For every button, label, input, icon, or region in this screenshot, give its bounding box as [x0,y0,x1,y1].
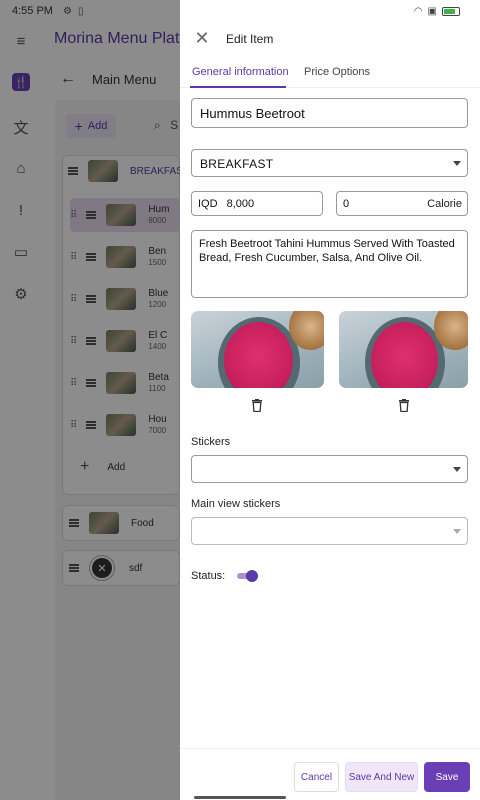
tab-price-options[interactable]: Price Options [304,66,370,78]
calorie-unit: Calorie [427,198,462,210]
home-indicator[interactable] [194,796,286,799]
save-button[interactable]: Save [424,762,470,792]
price-input[interactable]: IQD 8,000 [191,191,323,216]
cancel-button[interactable]: Cancel [294,762,339,792]
system-status-icons: ◠ ▣ [414,6,460,17]
battery-icon [442,7,460,16]
main-view-stickers-select[interactable] [191,517,468,545]
dropdown-arrow-icon [453,529,461,534]
item-photo-2 [339,311,468,388]
calorie-input[interactable]: 0 Calorie [336,191,468,216]
calorie-value: 0 [343,198,350,210]
active-tab-indicator [190,86,286,88]
delete-photo-2-icon[interactable] [397,398,411,412]
category-select-value: BREAKFAST [200,157,274,171]
delete-photo-1-icon[interactable] [250,398,264,412]
save-and-new-button[interactable]: Save And New [345,762,418,792]
wifi-icon: ◠ [413,6,423,17]
close-icon[interactable]: ✕ [192,28,212,48]
stickers-select[interactable] [191,455,468,483]
category-select[interactable]: BREAKFAST [191,149,468,177]
stickers-label: Stickers [191,436,231,448]
sim-card-icon: ▣ [427,6,437,17]
drawer-title: Edit Item [226,32,274,46]
status-toggle[interactable] [237,570,258,582]
status-label: Status: [191,570,226,582]
tab-general-information[interactable]: General information [192,66,289,78]
drawer-header: ✕ Edit Item [180,24,480,54]
drawer-footer: Cancel Save And New Save [180,748,480,800]
item-photo-1 [191,311,324,388]
item-name-input[interactable]: Hummus Beetroot [191,98,468,128]
currency-prefix: IQD [198,198,218,210]
dropdown-arrow-icon [453,467,461,472]
price-value: 8,000 [226,198,255,210]
edit-item-drawer: ◠ ▣ ✕ Edit Item General information Pric… [180,0,480,800]
dropdown-arrow-icon [453,161,461,166]
main-view-stickers-label: Main view stickers [191,498,281,510]
tab-bar: General information Price Options [180,60,480,88]
description-textarea[interactable]: Fresh Beetroot Tahini Hummus Served With… [191,230,468,298]
